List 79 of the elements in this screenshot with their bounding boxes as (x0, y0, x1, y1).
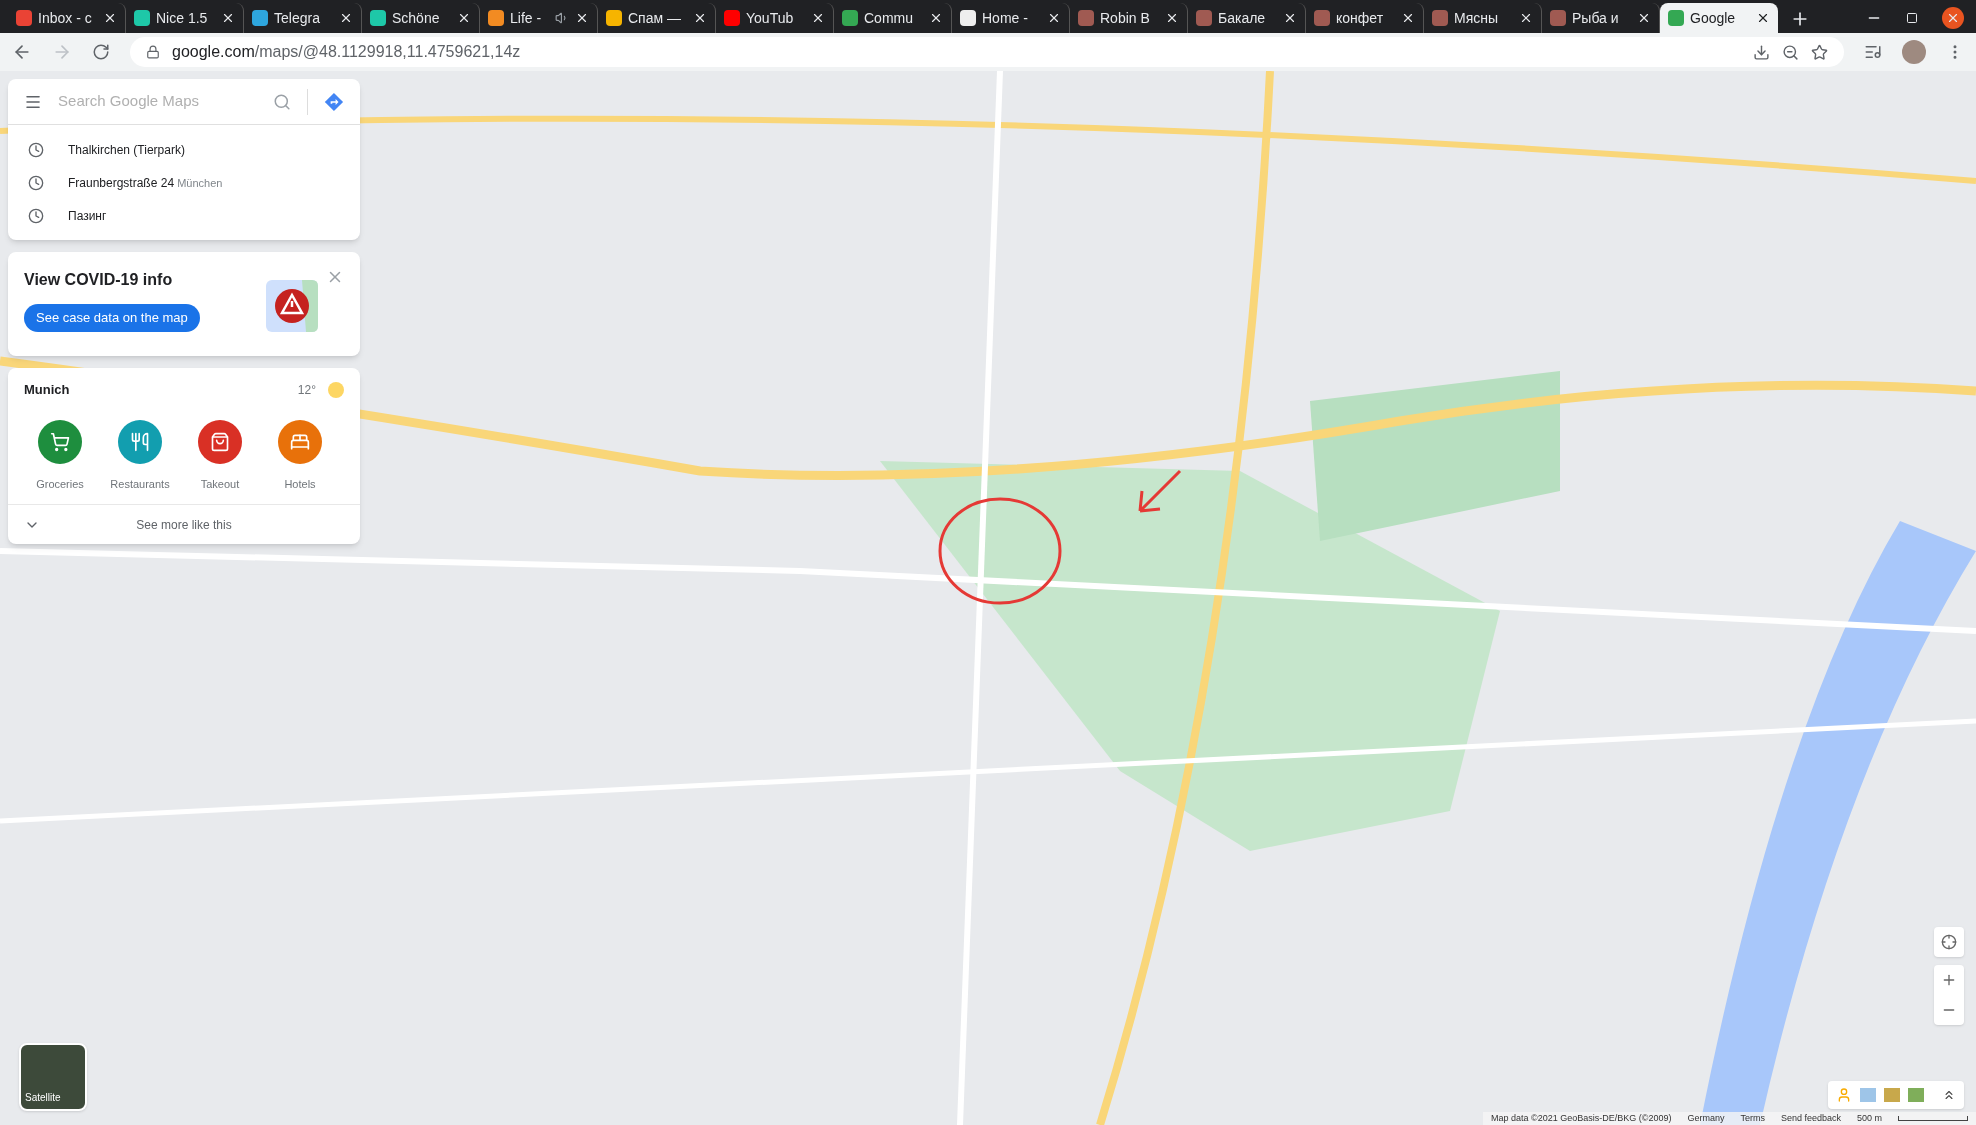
tab-title: Inbox - c (38, 8, 93, 28)
tab-title: Telegra (274, 8, 321, 28)
install-icon[interactable] (1753, 43, 1770, 61)
close-icon[interactable] (1756, 11, 1770, 25)
case-data-button[interactable]: See case data on the map (24, 304, 200, 332)
clock-icon (28, 207, 44, 224)
close-icon[interactable] (929, 11, 943, 25)
clock-icon (28, 141, 44, 158)
search-field[interactable]: Search Google Maps (58, 90, 258, 113)
close-icon[interactable] (339, 11, 353, 25)
directions-icon[interactable] (324, 90, 344, 113)
warning-map-icon (266, 280, 318, 332)
recent-search-item[interactable]: Пазинг (8, 199, 360, 232)
category-glyph-icon (50, 431, 70, 452)
tab-title: YouTub (746, 8, 795, 28)
scale-label: 500 m (1857, 1111, 1882, 1125)
tab-title: Мясны (1454, 8, 1500, 28)
close-icon[interactable] (1165, 11, 1179, 25)
footer-link[interactable]: Send feedback (1780, 1111, 1841, 1125)
clock-icon (28, 174, 44, 191)
reload-icon[interactable] (92, 43, 110, 61)
zoom-icon[interactable] (1782, 43, 1799, 61)
see-more-button[interactable]: See more like this (8, 504, 360, 544)
tab-title: конфет (1336, 8, 1385, 28)
url-text: google.com/maps/@48.1129918,11.4759621,14z (172, 42, 521, 62)
tab-title: Google (1690, 8, 1737, 28)
close-icon[interactable] (103, 11, 117, 25)
layer-thumbnail[interactable] (1860, 1088, 1876, 1102)
category-button[interactable]: Hotels (264, 419, 336, 492)
close-icon[interactable] (1401, 11, 1415, 25)
recent-search-item[interactable]: Thalkirchen (Tierpark) (8, 133, 360, 166)
close-icon (1946, 11, 1960, 25)
close-icon[interactable] (1519, 11, 1533, 25)
footer-link[interactable]: Germany (1687, 1111, 1725, 1125)
layer-thumbnail[interactable] (1884, 1088, 1900, 1102)
temperature: 12° (297, 381, 316, 399)
footer-link[interactable]: Terms (1740, 1111, 1765, 1125)
bookmark-icon[interactable] (1811, 43, 1828, 61)
tab-title: Спам — (628, 8, 682, 28)
close-icon[interactable] (1637, 11, 1651, 25)
sun-icon (328, 381, 344, 398)
tab-title: Robin B (1100, 8, 1151, 28)
category-glyph-icon (130, 431, 150, 452)
crosshair-icon (1941, 934, 1957, 950)
tab-title: Life - (510, 8, 543, 28)
satellite-button[interactable]: Satellite (19, 1043, 87, 1111)
browser-tab[interactable]: Google (1660, 3, 1778, 33)
category-button[interactable]: Restaurants (104, 419, 176, 492)
category-button[interactable]: Takeout (184, 419, 256, 492)
close-icon[interactable] (221, 11, 235, 25)
restore-icon[interactable] (1906, 12, 1918, 24)
tab-title: Бакале (1218, 8, 1267, 28)
tab-title: Schöne (392, 8, 441, 28)
recent-search-item[interactable]: Fraunbergstraße 24 München (8, 166, 360, 199)
close-icon[interactable] (811, 11, 825, 25)
category-glyph-icon (210, 431, 230, 452)
layer-thumbnail[interactable] (1908, 1088, 1924, 1102)
media-icon[interactable] (1864, 43, 1882, 61)
tab-title: Nice 1.5 (156, 8, 209, 28)
category-button[interactable]: Groceries (24, 419, 96, 492)
search-icon[interactable] (273, 91, 292, 112)
close-icon[interactable] (693, 11, 707, 25)
location-button[interactable] (1934, 927, 1964, 957)
address-bar[interactable]: google.com/maps/@48.1129918,11.4759621,14z (130, 37, 1844, 67)
profile-avatar[interactable] (1902, 40, 1926, 64)
close-window-button[interactable] (1942, 7, 1964, 29)
close-icon[interactable] (457, 11, 471, 25)
close-icon[interactable] (1047, 11, 1061, 25)
expand-icon[interactable] (1942, 1088, 1956, 1102)
lock-icon (146, 45, 160, 59)
close-icon[interactable] (575, 11, 589, 25)
card-title: View COVID-19 info (24, 270, 174, 290)
tab-title: Home - (982, 8, 1029, 28)
tab-title: Commu (864, 8, 914, 28)
zoom-in-icon[interactable] (1941, 972, 1957, 988)
tab-title: Рыба и (1572, 8, 1620, 28)
close-icon[interactable] (1283, 11, 1297, 25)
city-name: Munich (24, 381, 71, 399)
scale-bar (1898, 1116, 1968, 1121)
